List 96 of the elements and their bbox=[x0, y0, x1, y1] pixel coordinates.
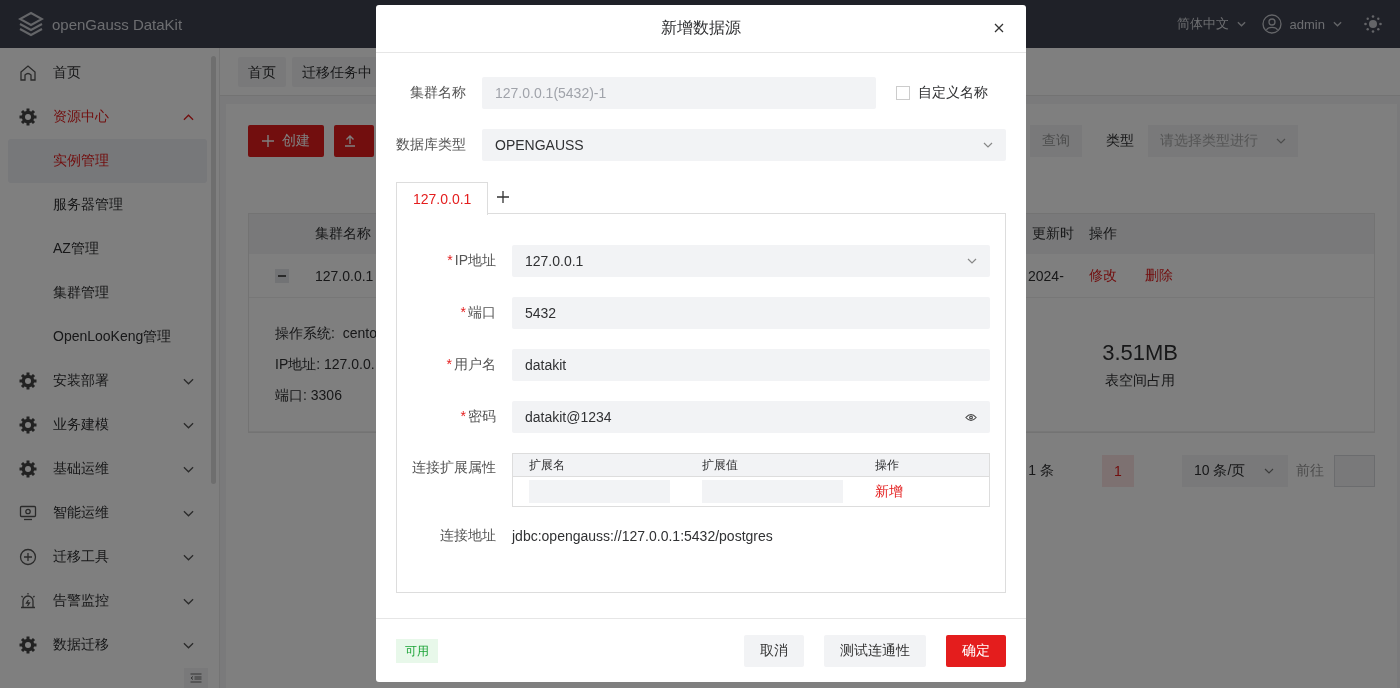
field-label: 连接地址 bbox=[439, 527, 496, 545]
page-size-select[interactable]: 10 条/页 bbox=[1182, 455, 1288, 487]
host-tab[interactable]: 127.0.0.1 bbox=[396, 181, 489, 215]
upload-button[interactable] bbox=[334, 125, 374, 157]
chevron-down-icon bbox=[183, 553, 194, 561]
table-cell-text: 2024- bbox=[1028, 267, 1065, 284]
chevron-down-icon bbox=[183, 421, 194, 429]
input-field[interactable]: datakit bbox=[512, 349, 990, 381]
checkbox[interactable] bbox=[896, 86, 910, 100]
gear-icon bbox=[19, 460, 37, 478]
stacked-layers-icon bbox=[18, 11, 44, 37]
page-tab[interactable]: 首页 bbox=[238, 56, 286, 87]
sidebar-item[interactable]: 首页 bbox=[8, 51, 207, 95]
page-number[interactable]: 1 bbox=[1102, 455, 1134, 487]
plus-circle-icon bbox=[19, 548, 37, 566]
home-icon bbox=[19, 64, 37, 82]
chevron-down-icon bbox=[183, 377, 194, 385]
sidebar-item[interactable]: 迁移工具 bbox=[8, 535, 207, 579]
language-menu[interactable]: 简体中文 bbox=[1176, 15, 1229, 33]
sidebar-item[interactable]: 基础运维 bbox=[8, 447, 207, 491]
total-count: 1 条 bbox=[1028, 462, 1054, 480]
create-button[interactable]: 创建 bbox=[248, 125, 324, 157]
chevron-down-icon bbox=[183, 641, 194, 649]
field-label: *用户名 bbox=[445, 356, 496, 374]
user-menu[interactable]: admin bbox=[1289, 16, 1325, 32]
confirm-button[interactable]: 确定 bbox=[946, 634, 1006, 667]
sun-icon[interactable] bbox=[1364, 15, 1382, 33]
tablespace-label: 表空间占用 bbox=[1105, 371, 1176, 390]
connection-url: jdbc:opengauss://127.0.0.1:5432/postgres bbox=[512, 528, 773, 544]
field-label: *端口 bbox=[459, 304, 496, 322]
app-title: openGauss DataKit bbox=[52, 15, 183, 33]
menu-collapse-icon bbox=[190, 673, 202, 683]
sidebar-item[interactable]: 实例管理 bbox=[8, 139, 207, 183]
row-action-link[interactable]: 修改 bbox=[1089, 266, 1117, 285]
tablespace-value: 3.51MB bbox=[1102, 339, 1178, 366]
column-header: 扩展名 bbox=[528, 456, 566, 474]
add-tab-icon[interactable] bbox=[497, 191, 510, 203]
chevron-down-icon bbox=[1276, 138, 1286, 144]
user-icon[interactable] bbox=[1261, 14, 1282, 34]
sidebar-item[interactable]: AZ管理 bbox=[8, 227, 207, 271]
sidebar-item[interactable]: 资源中心 bbox=[8, 95, 207, 139]
dialog-button[interactable]: 取消 bbox=[744, 634, 804, 667]
collapse-sidebar-button[interactable] bbox=[184, 668, 208, 688]
add-link[interactable]: 新增 bbox=[875, 482, 903, 499]
upload-icon bbox=[344, 135, 356, 147]
detail-text: 操作系统: cento bbox=[275, 324, 377, 343]
monitor-icon bbox=[19, 504, 37, 522]
gear-icon bbox=[19, 372, 37, 390]
type-label: 类型 bbox=[1106, 132, 1134, 150]
chevron-down-icon bbox=[183, 509, 194, 517]
detail-text: 端口: 3306 bbox=[275, 386, 343, 405]
sidebar-item[interactable]: 集群管理 bbox=[8, 271, 207, 315]
table-cell-text: 127.0.0.1 bbox=[315, 267, 375, 284]
sidebar-item[interactable]: 服务器管理 bbox=[8, 183, 207, 227]
gear-icon bbox=[19, 636, 37, 654]
column-header: 扩展值 bbox=[701, 456, 739, 474]
field-label: 集群名称 bbox=[409, 84, 466, 102]
field-label: 连接扩展属性 bbox=[411, 458, 496, 477]
sidebar-item[interactable]: OpenLooKeng管理 bbox=[8, 315, 207, 359]
password-field[interactable]: datakit@1234 bbox=[512, 401, 990, 433]
chevron-down-icon bbox=[183, 465, 194, 473]
column-header: 操作 bbox=[1089, 225, 1118, 243]
dialog-title: 新增数据源 bbox=[661, 18, 741, 38]
detail-text: IP地址: 127.0.0. bbox=[275, 355, 376, 374]
field-label: 数据库类型 bbox=[396, 136, 466, 154]
chevron-down-icon bbox=[1236, 21, 1246, 27]
sidebar-item[interactable]: 数据迁移 bbox=[8, 623, 207, 667]
sidebar-item[interactable]: 智能运维 bbox=[8, 491, 207, 535]
chevron-down-icon bbox=[1333, 21, 1342, 27]
alarm-light-icon bbox=[19, 592, 37, 610]
close-icon[interactable] bbox=[994, 23, 1004, 33]
column-header: 集群名称 bbox=[315, 225, 372, 243]
chevron-down-icon bbox=[1264, 468, 1274, 474]
field-label: *密码 bbox=[459, 408, 496, 426]
input-field[interactable]: 5432 bbox=[512, 297, 990, 329]
chevron-up-icon bbox=[183, 113, 194, 121]
dialog-button[interactable]: 测试连通性 bbox=[824, 634, 926, 667]
sidebar-item[interactable]: 告警监控 bbox=[8, 579, 207, 623]
gear-icon bbox=[19, 416, 37, 434]
column-header: 更新时 bbox=[1032, 225, 1075, 243]
plus-icon bbox=[262, 135, 274, 147]
eye-icon[interactable] bbox=[965, 412, 977, 422]
status-tag: 可用 bbox=[396, 638, 438, 663]
checkbox-label: 自定义名称 bbox=[918, 84, 988, 102]
column-header: 操作 bbox=[874, 456, 900, 474]
field-label: *IP地址 bbox=[446, 252, 496, 270]
ip-select[interactable]: 127.0.0.1 bbox=[512, 245, 990, 277]
row-action-link[interactable]: 删除 bbox=[1145, 266, 1173, 285]
collapse-row-button[interactable] bbox=[275, 268, 289, 283]
database-type-select[interactable]: OPENGAUSS bbox=[482, 129, 1006, 161]
chevron-down-icon bbox=[967, 258, 977, 264]
sidebar-item[interactable]: 安装部署 bbox=[8, 359, 207, 403]
sidebar-item[interactable]: 业务建模 bbox=[8, 403, 207, 447]
gear-icon bbox=[19, 108, 37, 126]
chevron-down-icon bbox=[983, 142, 993, 148]
chevron-down-icon bbox=[183, 597, 194, 605]
